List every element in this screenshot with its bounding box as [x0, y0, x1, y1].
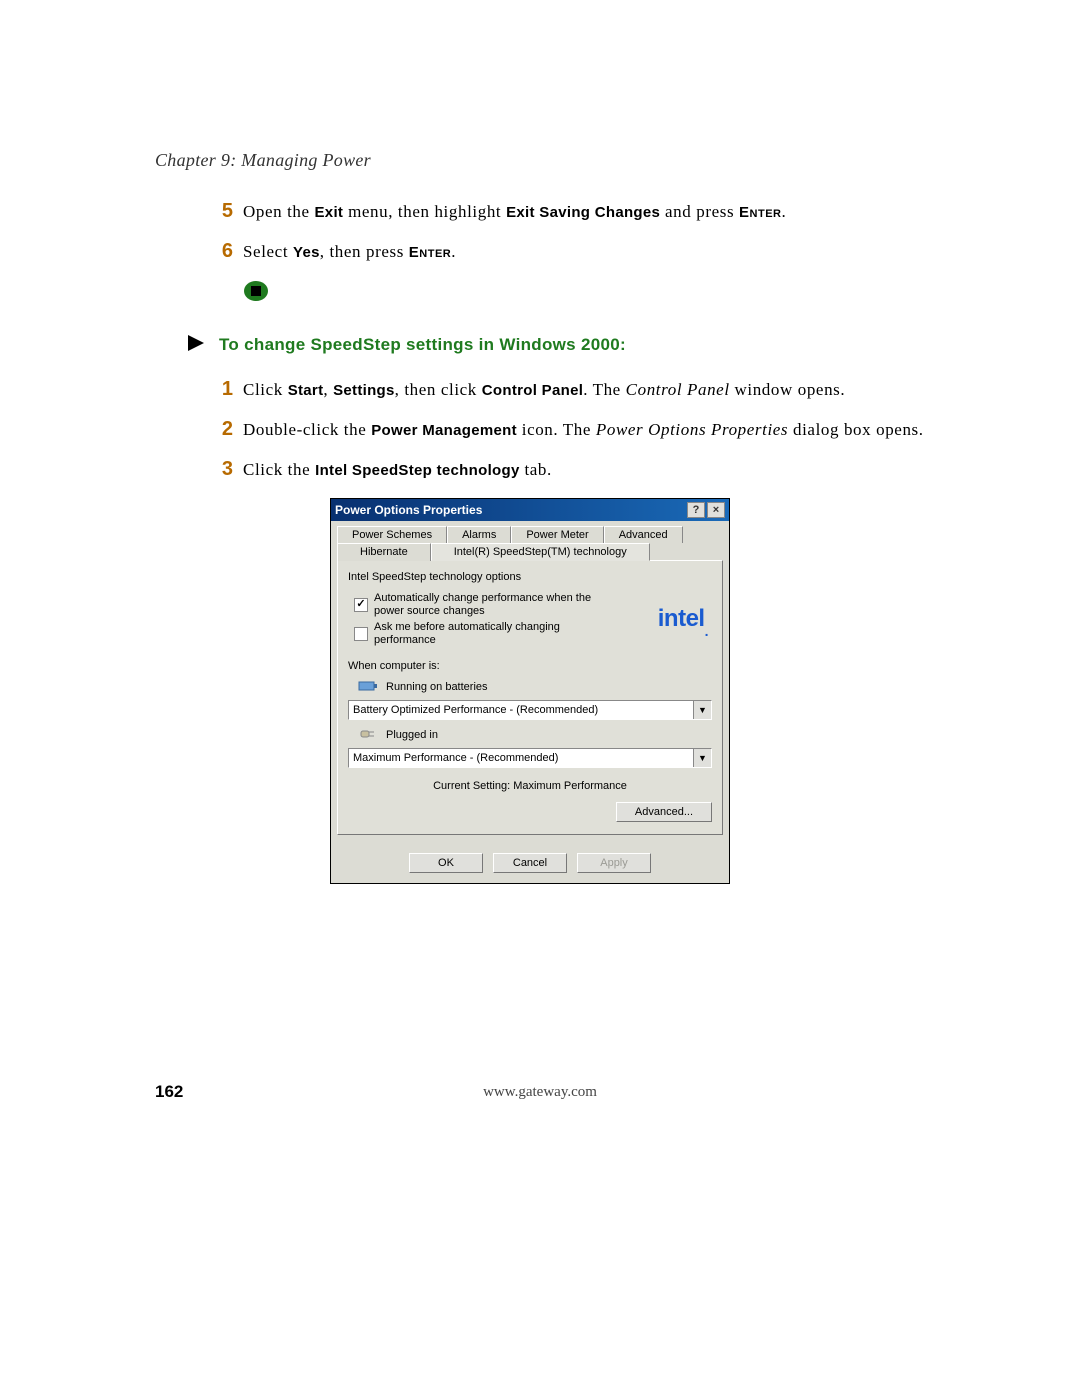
- page-number: 162: [155, 1082, 183, 1102]
- power-options-dialog: Power Options Properties ? × Power Schem…: [330, 498, 730, 885]
- tab-hibernate[interactable]: Hibernate: [337, 543, 431, 561]
- checkbox-ask-before[interactable]: Ask me before automatically changing per…: [354, 621, 658, 647]
- plugged-performance-select[interactable]: Maximum Performance - (Recommended) ▼: [348, 748, 712, 768]
- tabs-row-1: Power Schemes Alarms Power Meter Advance…: [337, 525, 723, 542]
- select-value: Battery Optimized Performance - (Recomme…: [349, 704, 693, 716]
- step-number: 6: [217, 239, 243, 264]
- dialog-titlebar: Power Options Properties ? ×: [331, 499, 729, 521]
- chapter-heading: Chapter 9: Managing Power: [155, 150, 950, 171]
- checkbox-auto-change[interactable]: Automatically change performance when th…: [354, 592, 658, 618]
- when-computer-is-label: When computer is:: [348, 660, 712, 672]
- tab-panel: Intel SpeedStep technology options Autom…: [337, 560, 723, 836]
- battery-performance-select[interactable]: Battery Optimized Performance - (Recomme…: [348, 700, 712, 720]
- step-text: Click the Intel SpeedStep technology tab…: [243, 457, 552, 483]
- cancel-button[interactable]: Cancel: [493, 853, 567, 873]
- running-on-batteries-row: Running on batteries: [358, 678, 712, 696]
- apply-button[interactable]: Apply: [577, 853, 651, 873]
- ok-button[interactable]: OK: [409, 853, 483, 873]
- checkbox-icon: [354, 598, 368, 612]
- dialog-button-row: OK Cancel Apply: [331, 843, 729, 883]
- footer-url: www.gateway.com: [483, 1084, 597, 1101]
- section-title: To change SpeedStep settings in Windows …: [219, 335, 626, 355]
- groupbox-title: Intel SpeedStep technology options: [348, 571, 712, 583]
- advanced-button[interactable]: Advanced...: [616, 802, 712, 822]
- running-on-batteries-label: Running on batteries: [386, 681, 488, 693]
- section-heading-row: To change SpeedStep settings in Windows …: [185, 332, 950, 359]
- chevron-down-icon: ▼: [693, 701, 711, 719]
- close-button[interactable]: ×: [707, 502, 725, 518]
- chevron-down-icon: ▼: [693, 749, 711, 767]
- help-button[interactable]: ?: [687, 502, 705, 518]
- tab-power-meter[interactable]: Power Meter: [511, 526, 603, 543]
- current-setting-label: Current Setting: Maximum Performance: [348, 780, 712, 792]
- step-text: Open the Exit menu, then highlight Exit …: [243, 199, 786, 225]
- step-3: 3 Click the Intel SpeedStep technology t…: [155, 457, 950, 483]
- step-5: 5 Open the Exit menu, then highlight Exi…: [155, 199, 950, 225]
- step-1: 1 Click Start, Settings, then click Cont…: [155, 377, 950, 403]
- tabs-row-2: Hibernate Intel(R) SpeedStep(TM) technol…: [337, 542, 723, 560]
- battery-icon: [358, 678, 378, 696]
- power-options-dialog-screenshot: Power Options Properties ? × Power Schem…: [330, 498, 730, 885]
- plugged-in-label: Plugged in: [386, 729, 438, 741]
- checkbox-label: Automatically change performance when th…: [374, 592, 614, 618]
- checkbox-icon: [354, 627, 368, 641]
- end-of-procedure-icon: [243, 280, 950, 302]
- step-text: Double-click the Power Management icon. …: [243, 417, 924, 443]
- plug-icon: [358, 726, 378, 744]
- step-number: 1: [217, 377, 243, 402]
- step-2: 2 Double-click the Power Management icon…: [155, 417, 950, 443]
- tab-intel-speedstep[interactable]: Intel(R) SpeedStep(TM) technology: [431, 543, 650, 561]
- dialog-title: Power Options Properties: [335, 503, 685, 517]
- plugged-in-row: Plugged in: [358, 726, 712, 744]
- step-text: Click Start, Settings, then click Contro…: [243, 377, 845, 403]
- step-text: Select Yes, then press Enter.: [243, 239, 456, 265]
- step-number: 2: [217, 417, 243, 442]
- step-number: 3: [217, 457, 243, 482]
- select-value: Maximum Performance - (Recommended): [349, 752, 693, 764]
- step-number: 5: [217, 199, 243, 224]
- step-6: 6 Select Yes, then press Enter.: [155, 239, 950, 265]
- checkbox-label: Ask me before automatically changing per…: [374, 621, 614, 647]
- intel-logo: intel.: [658, 605, 712, 635]
- arrow-right-icon: [185, 332, 213, 359]
- tab-advanced[interactable]: Advanced: [604, 526, 683, 543]
- tab-alarms[interactable]: Alarms: [447, 526, 511, 543]
- tab-power-schemes[interactable]: Power Schemes: [337, 526, 447, 543]
